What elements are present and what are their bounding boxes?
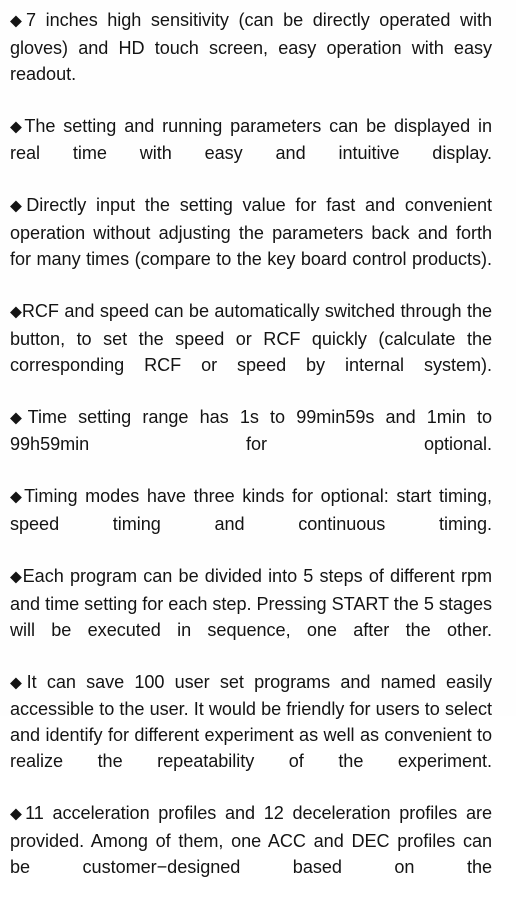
feature-text: It can save 100 user set programs and na… — [10, 671, 493, 772]
feature-bullet-list: ◆7 inches high sensitivity (can be direc… — [10, 7, 492, 906]
feature-text: RCF and speed can be automatically switc… — [10, 301, 492, 375]
black-diamond-bullet-icon: ◆ — [10, 805, 26, 823]
feature-item-time-setting-range: ◆Time setting range has 1s to 99min59s a… — [10, 404, 492, 484]
feature-item-direct-input: ◆Directly input the setting value for fa… — [10, 192, 492, 298]
black-diamond-bullet-icon: ◆ — [10, 197, 27, 215]
feature-item-acc-dec-profiles: ◆11 acceleration profiles and 12 deceler… — [10, 800, 492, 906]
feature-item-timing-modes: ◆Timing modes have three kinds for optio… — [10, 483, 492, 563]
black-diamond-bullet-icon: ◆ — [10, 488, 25, 506]
black-diamond-bullet-icon: ◆ — [10, 568, 23, 586]
feature-item-realtime-parameters: ◆The setting and running parameters can … — [10, 113, 492, 193]
feature-text: Timing modes have three kinds for option… — [10, 486, 492, 534]
feature-text: Directly input the setting value for fas… — [10, 195, 493, 269]
feature-text: 7 inches high sensitivity (can be direct… — [10, 10, 493, 84]
black-diamond-bullet-icon: ◆ — [10, 303, 22, 321]
feature-text: The setting and running parameters can b… — [10, 115, 492, 164]
black-diamond-bullet-icon: ◆ — [10, 118, 25, 136]
black-diamond-bullet-icon: ◆ — [10, 674, 27, 692]
black-diamond-bullet-icon: ◆ — [10, 12, 27, 30]
feature-text: Time setting range has 1s to 99min59s an… — [10, 406, 492, 455]
specification-document-page: ◆7 inches high sensitivity (can be direc… — [0, 0, 516, 877]
feature-item-saved-programs: ◆It can save 100 user set programs and n… — [10, 669, 492, 801]
feature-item-program-steps: ◆Each program can be divided into 5 step… — [10, 563, 492, 669]
feature-item-display-touch-screen: ◆7 inches high sensitivity (can be direc… — [10, 7, 492, 113]
feature-item-rcf-speed-switch: ◆RCF and speed can be automatically swit… — [10, 298, 492, 404]
feature-text: Each program can be divided into 5 steps… — [10, 565, 492, 640]
feature-text: 11 acceleration profiles and 12 decelera… — [10, 803, 492, 877]
black-diamond-bullet-icon: ◆ — [10, 409, 28, 427]
